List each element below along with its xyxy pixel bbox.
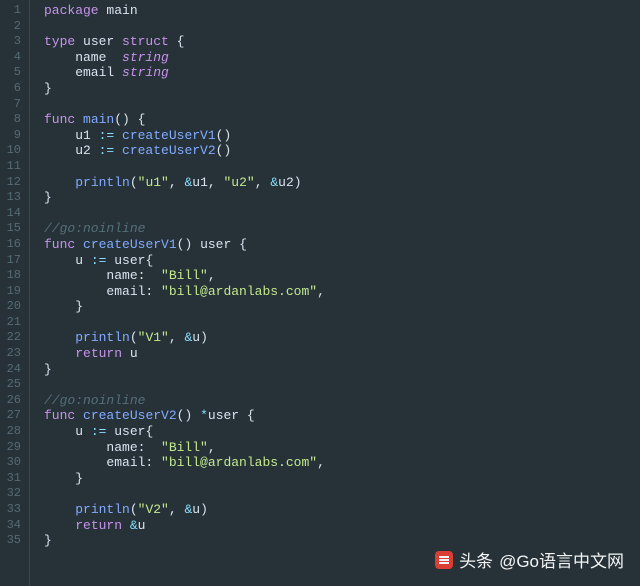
- line-number: 35: [6, 533, 21, 549]
- code-line[interactable]: [44, 377, 640, 393]
- line-number: 33: [6, 502, 21, 518]
- code-line[interactable]: println("V2", &u): [44, 502, 640, 518]
- line-number: 18: [6, 268, 21, 284]
- line-number: 26: [6, 393, 21, 409]
- line-number: 25: [6, 377, 21, 393]
- line-number: 29: [6, 440, 21, 456]
- code-area[interactable]: package main type user struct { name stri…: [30, 0, 640, 586]
- code-line[interactable]: //go:noinline: [44, 221, 640, 237]
- line-number: 5: [6, 65, 21, 81]
- line-number: 28: [6, 424, 21, 440]
- watermark: 头条 @Go语言中文网: [435, 547, 624, 572]
- code-line[interactable]: }: [44, 471, 640, 487]
- code-line[interactable]: }: [44, 299, 640, 315]
- line-number: 20: [6, 299, 21, 315]
- line-number: 9: [6, 128, 21, 144]
- line-number: 7: [6, 97, 21, 113]
- code-line[interactable]: [44, 19, 640, 35]
- line-number: 32: [6, 486, 21, 502]
- code-line[interactable]: u := user{: [44, 253, 640, 269]
- line-number: 23: [6, 346, 21, 362]
- code-line[interactable]: return u: [44, 346, 640, 362]
- code-line[interactable]: name: "Bill",: [44, 440, 640, 456]
- line-number: 21: [6, 315, 21, 331]
- code-line[interactable]: println("u1", &u1, "u2", &u2): [44, 175, 640, 191]
- line-number: 10: [6, 143, 21, 159]
- line-number: 34: [6, 518, 21, 534]
- line-number: 4: [6, 50, 21, 66]
- code-line[interactable]: }: [44, 190, 640, 206]
- line-number: 3: [6, 34, 21, 50]
- line-number: 1: [6, 3, 21, 19]
- line-number: 8: [6, 112, 21, 128]
- code-line[interactable]: u1 := createUserV1(): [44, 128, 640, 144]
- code-line[interactable]: package main: [44, 3, 640, 19]
- code-line[interactable]: email: "bill@ardanlabs.com",: [44, 284, 640, 300]
- code-line[interactable]: }: [44, 362, 640, 378]
- line-number: 31: [6, 471, 21, 487]
- line-number: 22: [6, 330, 21, 346]
- code-line[interactable]: func createUserV1() user {: [44, 237, 640, 253]
- code-line[interactable]: name: "Bill",: [44, 268, 640, 284]
- code-line[interactable]: email: "bill@ardanlabs.com",: [44, 455, 640, 471]
- code-line[interactable]: [44, 486, 640, 502]
- line-number: 27: [6, 408, 21, 424]
- line-number: 17: [6, 253, 21, 269]
- toutiao-logo-icon: [435, 551, 453, 569]
- code-line[interactable]: func main() {: [44, 112, 640, 128]
- code-line[interactable]: [44, 97, 640, 113]
- line-number: 30: [6, 455, 21, 471]
- code-line[interactable]: println("V1", &u): [44, 330, 640, 346]
- line-number: 19: [6, 284, 21, 300]
- code-line[interactable]: [44, 206, 640, 222]
- line-number: 15: [6, 221, 21, 237]
- code-line[interactable]: return &u: [44, 518, 640, 534]
- code-line[interactable]: func createUserV2() *user {: [44, 408, 640, 424]
- code-editor[interactable]: 1234567891011121314151617181920212223242…: [0, 0, 640, 586]
- code-line[interactable]: type user struct {: [44, 34, 640, 50]
- line-number: 16: [6, 237, 21, 253]
- line-number: 13: [6, 190, 21, 206]
- line-number: 14: [6, 206, 21, 222]
- line-number: 11: [6, 159, 21, 175]
- line-number: 24: [6, 362, 21, 378]
- code-line[interactable]: u2 := createUserV2(): [44, 143, 640, 159]
- code-line[interactable]: }: [44, 81, 640, 97]
- code-line[interactable]: //go:noinline: [44, 393, 640, 409]
- line-number: 6: [6, 81, 21, 97]
- code-line[interactable]: name string: [44, 50, 640, 66]
- code-line[interactable]: [44, 159, 640, 175]
- code-line[interactable]: [44, 315, 640, 331]
- code-line[interactable]: u := user{: [44, 424, 640, 440]
- watermark-text: @Go语言中文网: [499, 547, 624, 572]
- code-line[interactable]: email string: [44, 65, 640, 81]
- line-number: 2: [6, 19, 21, 35]
- line-number-gutter: 1234567891011121314151617181920212223242…: [0, 0, 30, 586]
- line-number: 12: [6, 175, 21, 191]
- watermark-prefix: 头条: [459, 547, 493, 572]
